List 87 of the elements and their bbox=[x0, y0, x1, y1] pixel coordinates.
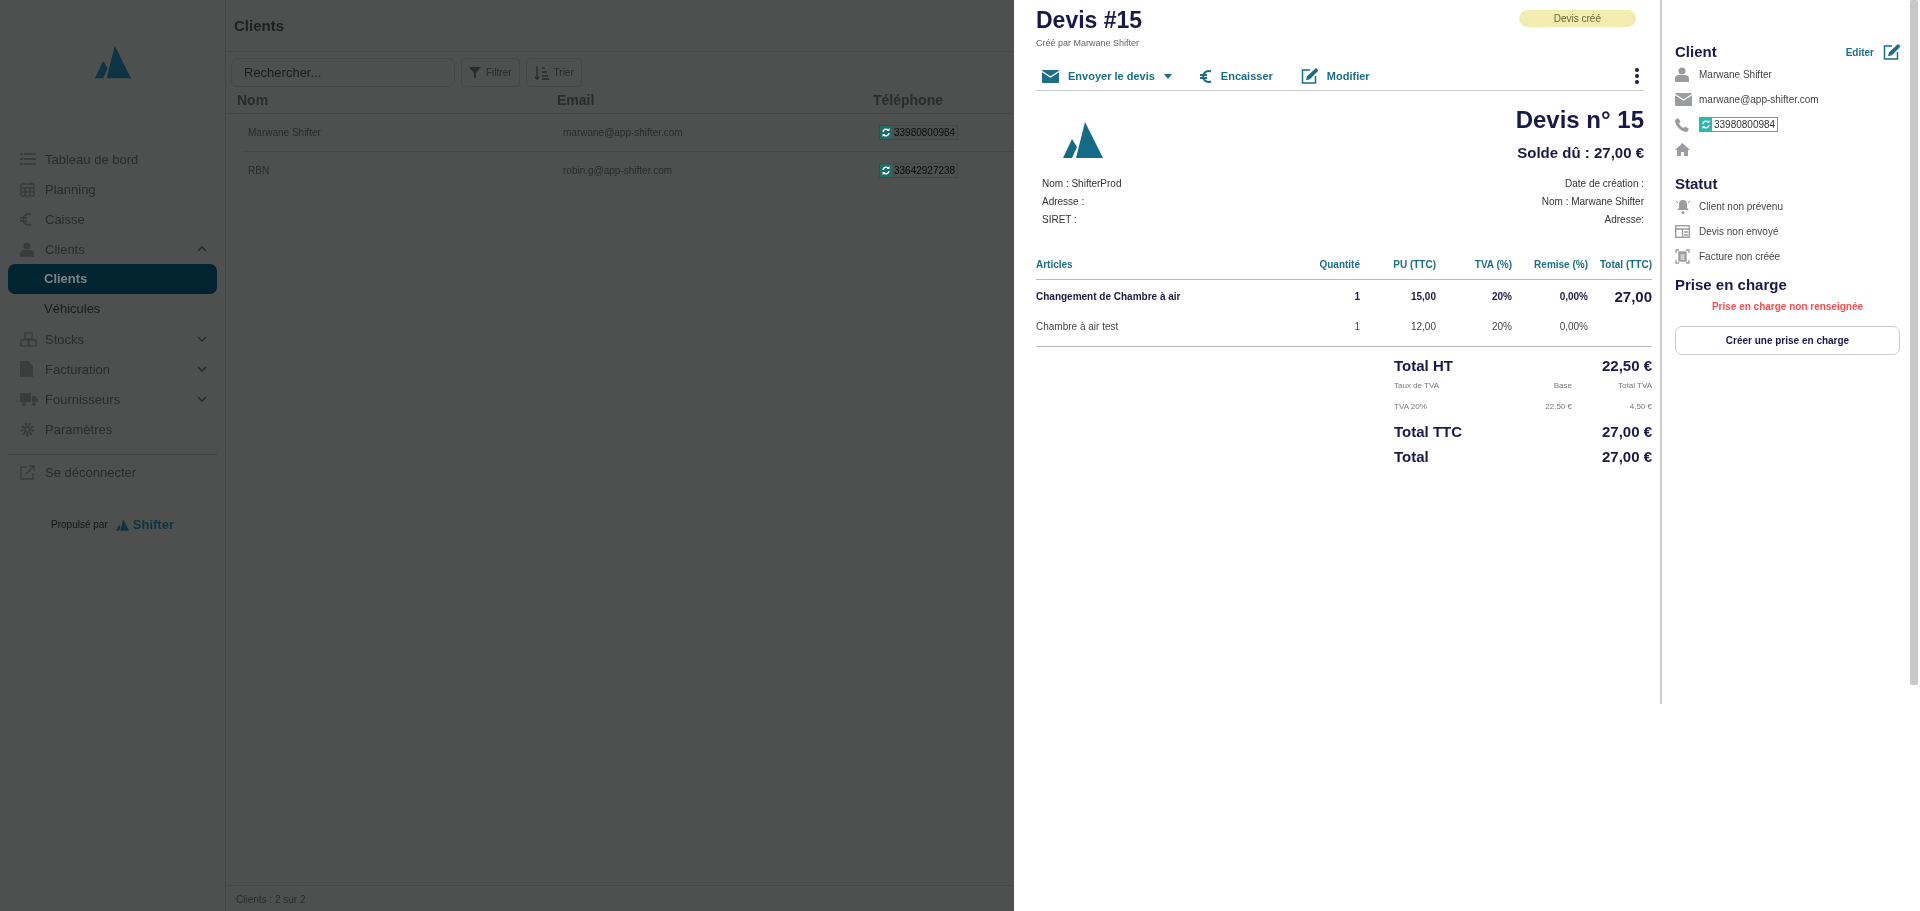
nav-subitem[interactable]: Clients bbox=[8, 264, 217, 294]
caret-icon bbox=[1163, 73, 1172, 79]
vat-cell-text: 22.50 € bbox=[1544, 402, 1572, 411]
sort-icon bbox=[533, 64, 549, 81]
vat-header: Total TVA bbox=[1617, 381, 1652, 390]
table-cell-text: 27,00 bbox=[1613, 287, 1652, 305]
chevron-down-icon bbox=[197, 366, 207, 372]
powered-by-text: Propulsé par bbox=[51, 519, 108, 530]
create-button[interactable]: Créer une prise en charge bbox=[1675, 326, 1900, 355]
refresh-icon bbox=[1700, 118, 1712, 131]
chevron-up-icon bbox=[197, 246, 207, 252]
total-label: Total bbox=[1394, 447, 1429, 467]
phone-badge: 33642927238 bbox=[879, 162, 959, 178]
section-title: Client bbox=[1675, 42, 1718, 62]
table-cell-text: 1 bbox=[1353, 320, 1360, 332]
more-button[interactable] bbox=[1635, 68, 1639, 84]
document-title: Devis n° 15 bbox=[1515, 106, 1644, 134]
company-logo-icon bbox=[1063, 122, 1103, 158]
status-text: Client non prévenu bbox=[1699, 201, 1783, 212]
action-button[interactable]: Modifier bbox=[1300, 68, 1370, 84]
column-header: Articles bbox=[1036, 258, 1074, 270]
more-icon bbox=[1635, 68, 1639, 84]
bell-icon bbox=[1675, 199, 1691, 214]
logo-icon bbox=[94, 45, 131, 79]
home-icon bbox=[1675, 143, 1690, 156]
phone-badge: 33980800984 bbox=[879, 124, 959, 140]
action-button[interactable]: Encaisser bbox=[1199, 68, 1273, 84]
info-text: SIRET : bbox=[1042, 213, 1078, 227]
vat-header: Base bbox=[1552, 381, 1572, 390]
vat-header: Taux de TVA bbox=[1394, 381, 1441, 390]
column-header: TVA (%) bbox=[1473, 258, 1512, 270]
total-value: 27,00 € bbox=[1601, 422, 1652, 442]
info-text: Adresse: bbox=[1603, 213, 1644, 227]
client-name: Marwane Shifter bbox=[1699, 69, 1772, 80]
scrollbar[interactable] bbox=[1910, 0, 1918, 685]
brand-name: Shifter bbox=[132, 517, 174, 532]
quote-title: Devis #15 bbox=[1036, 6, 1143, 34]
document-icon bbox=[1675, 249, 1690, 264]
client-email: marwane@app-shifter.com bbox=[1699, 94, 1819, 105]
table-cell-text: 0,00% bbox=[1558, 320, 1588, 332]
info-text: Adresse : bbox=[1042, 195, 1086, 209]
envelope-icon bbox=[1675, 93, 1692, 106]
total-value: 22,50 € bbox=[1601, 356, 1652, 376]
vat-cell-text: TVA 20% bbox=[1394, 402, 1428, 411]
table-cell-text: 0,00% bbox=[1558, 290, 1588, 302]
refresh-icon bbox=[880, 125, 892, 139]
column-header: Remise (%) bbox=[1533, 258, 1588, 270]
vat-cell-text: 4,50 € bbox=[1628, 402, 1652, 411]
filter-icon bbox=[469, 66, 481, 79]
info-text: Nom : Marwane Shifter bbox=[1541, 195, 1644, 209]
status-text: Facture non créée bbox=[1699, 251, 1781, 262]
edit-icon bbox=[1883, 44, 1900, 60]
table-cell-text: 20% bbox=[1491, 320, 1512, 332]
table-cell-text: Changement de Chambre à air bbox=[1036, 290, 1182, 302]
window-icon bbox=[1675, 225, 1690, 238]
status-badge: Devis créé bbox=[1518, 10, 1636, 27]
info-text: Nom : ShifterProd bbox=[1042, 177, 1122, 191]
column-header: Quantité bbox=[1318, 258, 1360, 270]
info-text: Date de création : bbox=[1564, 177, 1644, 191]
action-button[interactable]: Envoyer le devis bbox=[1042, 69, 1172, 83]
envelope-icon bbox=[1042, 69, 1059, 83]
user-icon bbox=[1675, 67, 1689, 82]
table-cell-text: Chambre à air test bbox=[1036, 320, 1120, 332]
refresh-icon bbox=[880, 163, 892, 177]
total-value: 27,00 € bbox=[1601, 447, 1652, 467]
phone-badge: 33980800984 bbox=[1699, 117, 1779, 132]
euro-icon bbox=[1199, 68, 1212, 84]
column-header: Total (TTC) bbox=[1598, 258, 1652, 270]
chevron-down-icon bbox=[197, 336, 207, 342]
table-cell-text: 15,00 bbox=[1409, 290, 1436, 302]
total-label: Total HT bbox=[1394, 356, 1453, 376]
edit-link[interactable]: Editer bbox=[1845, 46, 1874, 58]
table-cell-text: 20% bbox=[1491, 290, 1512, 302]
section-title: Prise en charge bbox=[1675, 275, 1788, 295]
author-text: Créé par Marwane Shifter bbox=[1036, 38, 1141, 48]
status-text: Devis non envoyé bbox=[1699, 226, 1779, 237]
section-title: Statut bbox=[1675, 174, 1719, 194]
edit-icon bbox=[1300, 68, 1318, 84]
column-header: PU (TTC) bbox=[1392, 258, 1436, 270]
warning-text: Prise en charge non renseignée bbox=[1710, 300, 1865, 314]
table-cell-text: 12,00 bbox=[1409, 320, 1436, 332]
chevron-down-icon bbox=[197, 396, 207, 402]
balance-text: Solde dû : 27,00 € bbox=[1516, 144, 1644, 161]
brand-logo-icon bbox=[115, 518, 129, 531]
total-label: Total TTC bbox=[1394, 422, 1463, 442]
phone-icon bbox=[1675, 117, 1689, 132]
table-cell-text: 1 bbox=[1353, 290, 1360, 302]
